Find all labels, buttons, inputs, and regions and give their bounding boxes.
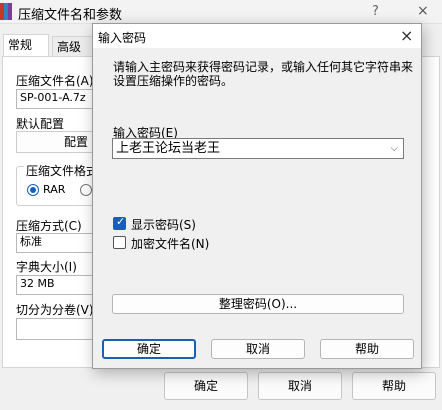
method-label: 压缩方式(C) (16, 219, 82, 233)
dialog-close-icon[interactable]: × (400, 26, 413, 45)
dialog-cancel-button[interactable]: 取消 (211, 339, 305, 359)
tab-general[interactable]: 常规 (3, 34, 49, 56)
show-password-label: 显示密码(S) (131, 218, 196, 232)
format-group-label: 压缩文件格式 (24, 162, 101, 179)
format-rar-radio[interactable] (27, 184, 39, 196)
split-volumes-field[interactable] (16, 318, 96, 340)
archive-name-field[interactable]: SP-001-A.7z (16, 89, 96, 109)
dict-size-label: 字典大小(I) (16, 260, 77, 274)
parent-help-button[interactable]: 帮助 (352, 372, 436, 400)
winrar-logo-icon (0, 3, 12, 20)
encrypt-filenames-label: 加密文件名(N) (131, 237, 210, 251)
dict-size-select[interactable]: 32 MB (16, 275, 96, 295)
format-rar-label: RAR (43, 183, 66, 196)
parent-ok-button[interactable]: 确定 (164, 372, 248, 400)
radio-selected-dot (30, 187, 36, 193)
checkmark-icon: ✓ (116, 215, 126, 228)
profiles-button[interactable]: 配置 (16, 131, 96, 153)
password-value: 上老王论坛当老王 (116, 141, 221, 156)
password-input[interactable]: 上老王论坛当老王 ⌵ (112, 138, 404, 159)
help-icon[interactable]: ? (372, 4, 379, 19)
dialog-title: 输入密码 (98, 31, 147, 45)
chevron-down-icon[interactable]: ⌵ (390, 139, 398, 158)
tab-advanced[interactable]: 高级 (52, 36, 94, 58)
parent-title: 压缩文件名和参数 (18, 8, 123, 23)
archive-name-label: 压缩文件名(A) (16, 74, 94, 88)
method-select[interactable]: 标准 (16, 233, 96, 253)
dialog-help-button[interactable]: 帮助 (320, 339, 414, 359)
split-volumes-label: 切分为分卷(V) (16, 303, 94, 317)
dialog-ok-button[interactable]: 确定 (102, 339, 196, 359)
organize-passwords-button[interactable]: 整理密码(O)... (112, 294, 404, 314)
encrypt-filenames-checkbox[interactable] (113, 236, 126, 249)
parent-close-icon[interactable]: × (417, 3, 429, 19)
parent-titlebar: 压缩文件名和参数 ? × (0, 0, 442, 24)
dialog-titlebar: 输入密码 × (93, 24, 421, 48)
password-dialog: 输入密码 × 请输入主密码来获得密码记录，或输入任何其它字符串来设置压缩操作的密… (92, 23, 422, 369)
default-profile-label: 默认配置 (16, 117, 65, 131)
instruction-text: 请输入主密码来获得密码记录，或输入任何其它字符串来设置压缩操作的密码。 (113, 60, 414, 88)
show-password-checkbox[interactable]: ✓ (113, 215, 126, 230)
parent-cancel-button[interactable]: 取消 (258, 372, 342, 400)
format-other-radio[interactable] (80, 184, 92, 196)
